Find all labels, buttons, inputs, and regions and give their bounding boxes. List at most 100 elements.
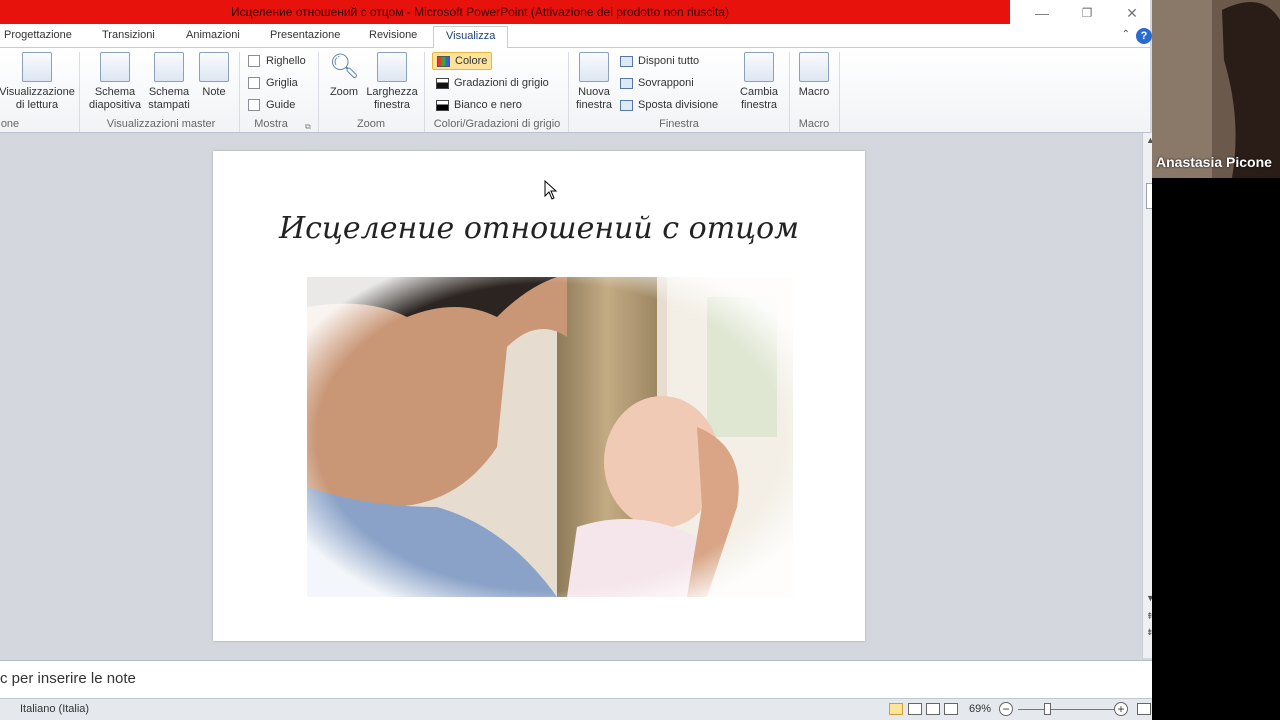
fit-window-label: Larghezza finestra <box>366 86 418 111</box>
powerpoint-window: Исцеление отношений с отцом - Microsoft … <box>0 0 1280 720</box>
notes-master-label: Note <box>202 86 226 98</box>
color-swatch-icon <box>437 55 450 67</box>
dialog-launcher-icon[interactable]: ⧉ <box>305 122 311 132</box>
slide-photo[interactable] <box>307 277 793 597</box>
slideshow-icon[interactable] <box>944 703 958 715</box>
ruler-label: Righello <box>266 55 306 67</box>
zoom-label: Zoom <box>329 86 359 98</box>
grayscale-label: Gradazioni di grigio <box>454 77 549 89</box>
slide-master-icon <box>100 52 130 82</box>
guides-label: Guide <box>266 99 296 111</box>
zoom-in-icon[interactable]: + <box>1114 702 1128 716</box>
mouse-cursor-icon <box>544 180 558 200</box>
minimize-button[interactable]: — <box>1032 4 1052 22</box>
black-white-button[interactable]: Bianco e nero <box>436 99 522 111</box>
group-label-zoom: Zoom <box>356 118 386 130</box>
group-label-master-views: Visualizzazioni master <box>106 118 216 130</box>
zoom-slider-thumb[interactable] <box>1044 703 1051 715</box>
notes-master-button[interactable]: Note <box>198 52 230 99</box>
group-label-show: Mostra <box>254 118 288 130</box>
normal-view-icon[interactable] <box>889 703 903 715</box>
reading-view-icon[interactable] <box>926 703 940 715</box>
reading-view-icon <box>22 52 52 82</box>
tab-visualizza[interactable]: Visualizza <box>433 26 509 49</box>
group-label-color: Colori/Gradazioni di grigio <box>433 118 561 130</box>
ruler-checkbox[interactable]: Righello <box>248 55 306 67</box>
black-white-label: Bianco e nero <box>454 99 522 111</box>
grid-label: Griglia <box>266 77 298 89</box>
separator <box>79 52 80 132</box>
slide-master-button[interactable]: Schema diapositiva <box>86 52 144 112</box>
color-button[interactable]: Colore <box>432 52 493 70</box>
fit-window-button[interactable]: Larghezza finestra <box>364 52 420 112</box>
status-bar: Italiano (Italia) 69% − + <box>0 698 1158 720</box>
slide-title[interactable]: Исцеление отношений с отцом <box>213 211 865 246</box>
guides-checkbox[interactable]: Guide <box>248 99 295 111</box>
grid-check-box[interactable] <box>248 77 260 89</box>
zoom-slider[interactable] <box>1018 709 1114 710</box>
fit-slide-icon[interactable] <box>1137 703 1151 715</box>
separator <box>424 52 425 132</box>
slide-sorter-icon[interactable] <box>908 703 922 715</box>
close-button[interactable]: ✕ <box>1122 4 1142 22</box>
notes-placeholder[interactable]: c per inserire le note <box>0 670 136 687</box>
move-split-button[interactable]: Sposta divisione <box>620 99 718 111</box>
help-icon[interactable]: ? <box>1136 28 1152 44</box>
zoom-button[interactable]: 🔍︎ Zoom <box>326 52 362 99</box>
new-window-label: Nuova finestra <box>575 86 613 111</box>
switch-windows-button[interactable]: Cambia finestra <box>734 52 784 112</box>
macros-button[interactable]: Macro <box>796 52 832 99</box>
grid-checkbox[interactable]: Griglia <box>248 77 298 89</box>
group-label-macros: Macro <box>798 118 830 130</box>
new-window-icon <box>579 52 609 82</box>
webcam-video <box>1152 0 1280 178</box>
title-bar: Исцеление отношений с отцом - Microsoft … <box>0 0 1150 26</box>
restore-button[interactable]: ❐ <box>1077 4 1097 22</box>
tab-progettazione[interactable]: Progettazione <box>4 29 72 41</box>
separator <box>318 52 319 132</box>
slide[interactable]: Исцеление отношений с отцом <box>213 151 865 641</box>
color-label: Colore <box>455 55 488 67</box>
switch-windows-label: Cambia finestra <box>740 86 778 111</box>
handout-master-button[interactable]: Schema stampati <box>145 52 193 112</box>
slide-master-label: Schema diapositiva <box>89 86 141 111</box>
language-indicator[interactable]: Italiano (Italia) <box>20 703 89 715</box>
window-title: Исцеление отношений с отцом - Microsoft … <box>231 5 729 19</box>
cascade-icon <box>620 77 633 89</box>
ribbon-tabs: Progettazione Transizioni Animazioni Pre… <box>0 26 1152 49</box>
zoom-level[interactable]: 69% <box>969 703 991 715</box>
grayscale-swatch-icon <box>436 77 449 89</box>
ribbon: Visualizzazione di lettura one Schema di… <box>0 48 1150 133</box>
reading-view-button[interactable]: Visualizzazione di lettura <box>0 52 76 112</box>
tab-animazioni[interactable]: Animazioni <box>186 29 240 41</box>
tab-transizioni[interactable]: Transizioni <box>102 29 155 41</box>
slide-pane[interactable]: Исцеление отношений с отцом <box>0 133 1142 658</box>
tab-revisione[interactable]: Revisione <box>369 29 417 41</box>
group-label-window: Finestra <box>659 118 699 130</box>
handout-master-icon <box>154 52 184 82</box>
group-label-presentation-views: one <box>0 118 20 130</box>
cascade-label: Sovrapponi <box>638 77 694 89</box>
arrange-all-icon <box>620 55 633 67</box>
new-window-button[interactable]: Nuova finestra <box>574 52 614 112</box>
move-split-label: Sposta divisione <box>638 99 719 111</box>
cascade-button[interactable]: Sovrapponi <box>620 77 694 89</box>
separator <box>239 52 240 132</box>
black-white-swatch-icon <box>436 99 449 111</box>
collapse-ribbon-icon[interactable]: ⌃ <box>1122 29 1130 40</box>
macros-label: Macro <box>798 86 830 98</box>
grayscale-button[interactable]: Gradazioni di grigio <box>436 77 549 89</box>
handout-master-label: Schema stampati <box>148 86 190 111</box>
arrange-all-button[interactable]: Disponi tutto <box>620 55 699 67</box>
tab-presentazione[interactable]: Presentazione <box>270 29 340 41</box>
ruler-check-box[interactable] <box>248 55 260 67</box>
fit-window-icon <box>377 52 407 82</box>
separator <box>789 52 790 132</box>
zoom-out-icon[interactable]: − <box>999 702 1013 716</box>
notes-master-icon <box>199 52 229 82</box>
macros-icon <box>799 52 829 82</box>
notes-pane[interactable]: c per inserire le note <box>0 660 1158 698</box>
separator <box>568 52 569 132</box>
guides-check-box[interactable] <box>248 99 260 111</box>
move-split-icon <box>620 99 633 111</box>
